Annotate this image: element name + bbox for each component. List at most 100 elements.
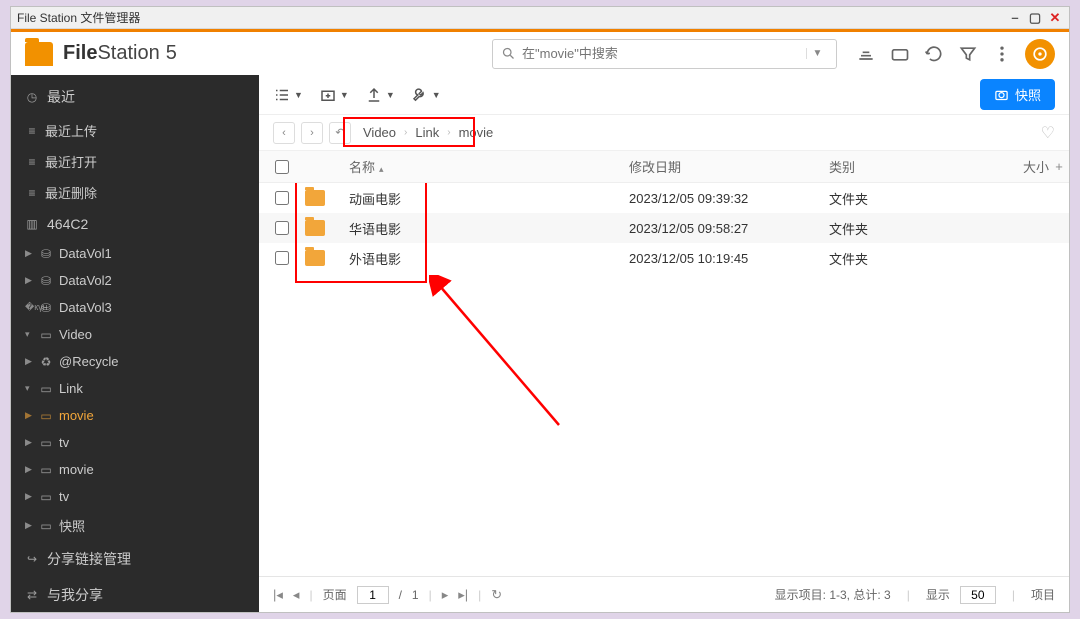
row-checkbox[interactable] (275, 191, 289, 205)
upload-button[interactable]: ▼ (365, 86, 395, 104)
sidebar-section-shared-with-me[interactable]: ⇄与我分享 (11, 577, 259, 612)
sidebar-item-video[interactable]: ▾▭Video (11, 321, 259, 348)
list-icon: ≡ (25, 124, 39, 138)
sidebar-item-datavol2[interactable]: ▶⛁DataVol2 (11, 267, 259, 294)
chevron-down-icon: ▾ (25, 383, 33, 394)
annotation-box-folders (295, 183, 427, 283)
column-header-type[interactable]: 类别 (829, 157, 969, 176)
page-number-input[interactable] (357, 586, 389, 604)
disk-icon: ⛁ (39, 247, 53, 261)
smart-share-icon[interactable] (889, 43, 911, 65)
window-title: File Station 文件管理器 (17, 9, 140, 26)
breadcrumb-bar: ‹ › ↶ Video › Link › movie ♡ (259, 115, 1069, 151)
more-menu-icon[interactable] (991, 43, 1013, 65)
window-titlebar[interactable]: File Station 文件管理器 – ▢ ✕ (11, 7, 1069, 29)
content-toolbar: ▼ ▼ ▼ ▼ 快照 (259, 75, 1069, 115)
disk-icon: ⛁ (39, 274, 53, 288)
recycle-icon: ♻ (39, 355, 53, 369)
remote-mount-icon[interactable] (855, 43, 877, 65)
page-last-button[interactable]: ▸| (458, 587, 468, 603)
search-input[interactable] (522, 46, 800, 61)
window-maximize-button[interactable]: ▢ (1027, 10, 1043, 26)
sidebar-section-host[interactable]: ▥464C2 (11, 208, 259, 240)
sidebar-item-snapshot[interactable]: ▶▭快照 (11, 510, 259, 541)
chevron-down-icon: ▾ (25, 329, 33, 340)
column-header-size[interactable]: 大小 (969, 157, 1049, 176)
pagination-footer: |◂ ◂ | 页面 /1 | ▸ ▸| | ↻ 显示项目: 1-3, 总计: 3… (259, 576, 1069, 612)
column-header-modified[interactable]: 修改日期 (629, 157, 829, 176)
create-button[interactable]: ▼ (319, 86, 349, 104)
sidebar-section-sharelink[interactable]: ↪分享链接管理 (11, 541, 259, 577)
list-icon: ≡ (25, 186, 39, 200)
select-all-checkbox[interactable] (275, 160, 289, 174)
sidebar-item-tv[interactable]: ▶▭tv (11, 483, 259, 510)
sidebar-item-tv-link[interactable]: ▶▭tv (11, 429, 259, 456)
file-list-body: 动画电影 2023/12/05 09:39:32 文件夹 华语电影 2023/1… (259, 183, 1069, 576)
page-next-button[interactable]: ▸ (442, 587, 449, 603)
sidebar-item-recent-upload[interactable]: ≡最近上传 (11, 115, 259, 146)
folder-icon: ▭ (39, 490, 53, 504)
folder-icon: ▭ (39, 436, 53, 450)
chevron-right-icon: ▶ (25, 248, 33, 259)
chevron-right-icon: ▶ (25, 520, 33, 531)
app-logo-text: FileStation5 (63, 42, 177, 65)
folder-icon: ▭ (39, 382, 53, 396)
sidebar-item-movie-link[interactable]: ▶▭movie (11, 402, 259, 429)
chevron-down-icon: �күн (25, 302, 33, 313)
column-header-name[interactable]: 名称▴ (349, 157, 629, 176)
sidebar-section-recent[interactable]: ◷最近 (11, 79, 259, 115)
favorite-icon[interactable]: ♡ (1041, 123, 1055, 143)
filter-icon[interactable] (957, 43, 979, 65)
snapshot-button[interactable]: 快照 (980, 79, 1055, 110)
nav-forward-button[interactable]: › (301, 122, 323, 144)
folder-icon: ▭ (39, 519, 53, 533)
sidebar-item-datavol3[interactable]: �күн⛁DataVol3 (11, 294, 259, 321)
row-checkbox[interactable] (275, 251, 289, 265)
people-icon: ⇄ (25, 588, 39, 602)
search-box[interactable]: ▼ (492, 39, 837, 69)
disk-icon: ⛁ (39, 301, 53, 315)
main-body: ◷最近 ≡最近上传 ≡最近打开 ≡最近删除 ▥464C2 ▶⛁DataVol1 … (11, 75, 1069, 612)
header-action-icons (855, 39, 1055, 69)
per-page-input[interactable] (960, 586, 996, 604)
nav-back-button[interactable]: ‹ (273, 122, 295, 144)
folder-icon: ▭ (39, 328, 53, 342)
sidebar-item-recent-delete[interactable]: ≡最近删除 (11, 177, 259, 208)
add-column-button[interactable]: + (1049, 159, 1069, 174)
content-pane: ▼ ▼ ▼ ▼ 快照 ‹ › ↶ Video › Link › movie ♡ (259, 75, 1069, 612)
chevron-right-icon: ▶ (25, 275, 33, 286)
sidebar-item-movie[interactable]: ▶▭movie (11, 456, 259, 483)
tools-button[interactable]: ▼ (411, 86, 441, 104)
search-icon (501, 46, 516, 61)
file-list-header: 名称▴ 修改日期 类别 大小 + (259, 151, 1069, 183)
sort-asc-icon: ▴ (379, 164, 384, 174)
view-mode-button[interactable]: ▼ (273, 86, 303, 104)
sidebar-item-recycle[interactable]: ▶♻@Recycle (11, 348, 259, 375)
row-checkbox[interactable] (275, 221, 289, 235)
sidebar-item-datavol1[interactable]: ▶⛁DataVol1 (11, 240, 259, 267)
search-dropdown-toggle[interactable]: ▼ (806, 48, 828, 59)
chevron-right-icon: ▶ (25, 356, 33, 367)
sidebar-item-recent-open[interactable]: ≡最近打开 (11, 146, 259, 177)
network-media-icon[interactable] (1025, 39, 1055, 69)
server-icon: ▥ (25, 217, 39, 231)
share-icon: ↪ (25, 552, 39, 566)
chevron-right-icon: ▶ (25, 491, 33, 502)
status-item-count: 显示项目: 1-3, 总计: 3 (775, 586, 891, 603)
page-prev-button[interactable]: ◂ (293, 587, 300, 603)
refresh-icon[interactable] (923, 43, 945, 65)
annotation-box-breadcrumb (343, 117, 475, 147)
app-window: File Station 文件管理器 – ▢ ✕ FileStation5 ▼ … (10, 6, 1070, 613)
page-first-button[interactable]: |◂ (273, 587, 283, 603)
list-icon: ≡ (25, 155, 39, 169)
sidebar-item-link[interactable]: ▾▭Link (11, 375, 259, 402)
chevron-right-icon: ▶ (25, 437, 33, 448)
camera-icon (994, 87, 1009, 102)
page-refresh-button[interactable]: ↻ (491, 587, 502, 603)
window-minimize-button[interactable]: – (1007, 10, 1023, 26)
app-logo-icon (25, 42, 53, 66)
window-close-button[interactable]: ✕ (1047, 10, 1063, 26)
folder-icon: ▭ (39, 409, 53, 423)
chevron-right-icon: ▶ (25, 410, 33, 421)
sidebar-tree[interactable]: ◷最近 ≡最近上传 ≡最近打开 ≡最近删除 ▥464C2 ▶⛁DataVol1 … (11, 75, 259, 612)
